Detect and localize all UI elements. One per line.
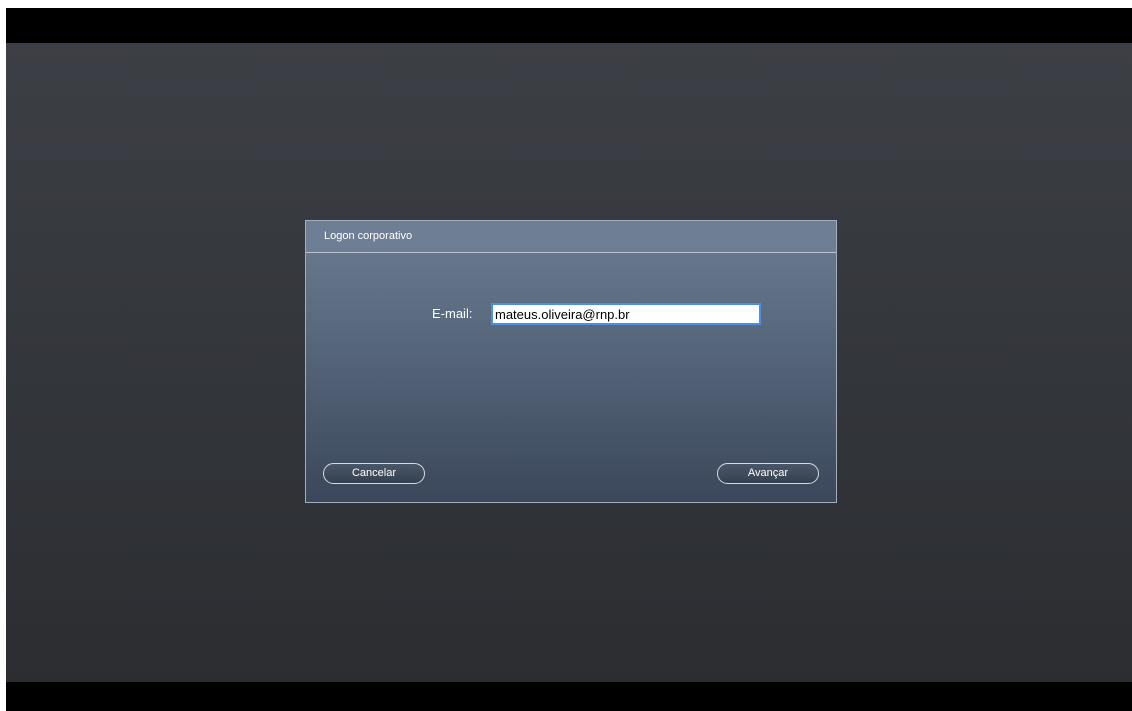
letterbox-top <box>6 8 1132 43</box>
screen: Logon corporativo E-mail: Cancelar Avanç… <box>6 8 1132 711</box>
next-button[interactable]: Avançar <box>717 463 819 484</box>
logon-dialog: Logon corporativo E-mail: Cancelar Avanç… <box>305 220 837 503</box>
dialog-title: Logon corporativo <box>324 230 413 242</box>
email-label: E-mail: <box>432 306 473 321</box>
email-input[interactable] <box>491 303 761 325</box>
letterbox-bottom <box>6 682 1132 711</box>
cancel-button[interactable]: Cancelar <box>323 463 425 484</box>
dialog-header: Logon corporativo <box>306 221 836 253</box>
